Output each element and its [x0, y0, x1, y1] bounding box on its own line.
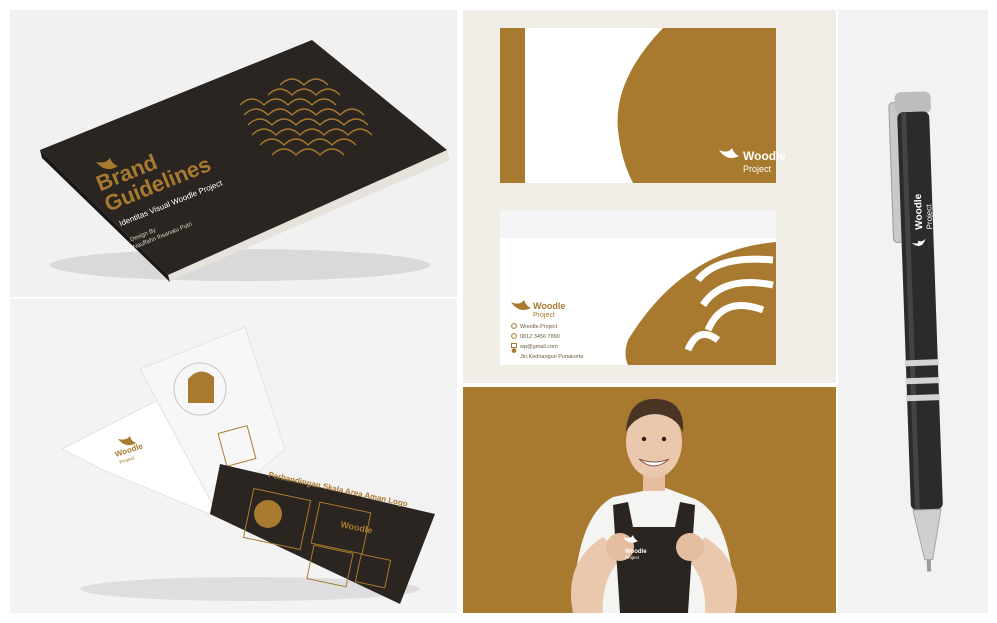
pen-ring-1	[904, 359, 939, 367]
card-brand-sub: Project	[743, 164, 772, 174]
chef-illustration: Woodle Project	[571, 398, 737, 613]
book-shadow	[50, 249, 430, 281]
envelope-brand-sub: Project	[533, 312, 555, 319]
pen-tip	[912, 508, 942, 561]
pen-illustration: Woodle Project	[888, 91, 943, 572]
pen-nib	[926, 559, 932, 572]
brand-guidelines-book-mockup: Brand Guidelines Identitas Visual Woodle…	[10, 10, 457, 297]
apron-mockup: Woodle Project	[463, 387, 836, 613]
contact-email: wp@gmail.com	[519, 344, 558, 350]
contact-instagram: Woodle.Project	[520, 324, 558, 330]
contact-address: Jln.Kedirangun Punakorta	[520, 354, 584, 360]
open-book-illustration: Woodle Project Perbandingan Skala Area A…	[60, 326, 435, 604]
envelope-flap	[500, 210, 776, 238]
stationery-mockup: Woodle Project Woodle Project Woodle.Pro…	[463, 10, 836, 383]
card-brand-name: Woodle	[743, 149, 786, 163]
right-eye	[661, 436, 667, 442]
contact-phone: 0812 3456 7890	[520, 334, 560, 340]
open-brand-book-mockup: Woodle Project Perbandingan Skala Area A…	[10, 299, 457, 613]
left-eye	[641, 436, 647, 442]
stationery-illustration: Woodle Project Woodle Project Woodle.Pro…	[500, 28, 786, 365]
pen-brand-sub: Project	[924, 204, 934, 230]
pen-ring-2	[905, 377, 940, 385]
pen-ring-3	[905, 394, 941, 402]
pen-brand-name: Woodle	[913, 193, 925, 230]
envelope-brand-name: Woodle	[533, 301, 565, 311]
book-cover	[40, 40, 447, 275]
logo-construction-shape	[188, 371, 214, 403]
apron-brand-sub: Project	[625, 555, 640, 560]
pen-top-cap	[894, 91, 931, 115]
book-illustration: Brand Guidelines Identitas Visual Woodle…	[40, 40, 450, 282]
right-fist	[676, 533, 704, 561]
pen-mockup: Woodle Project	[838, 10, 988, 613]
